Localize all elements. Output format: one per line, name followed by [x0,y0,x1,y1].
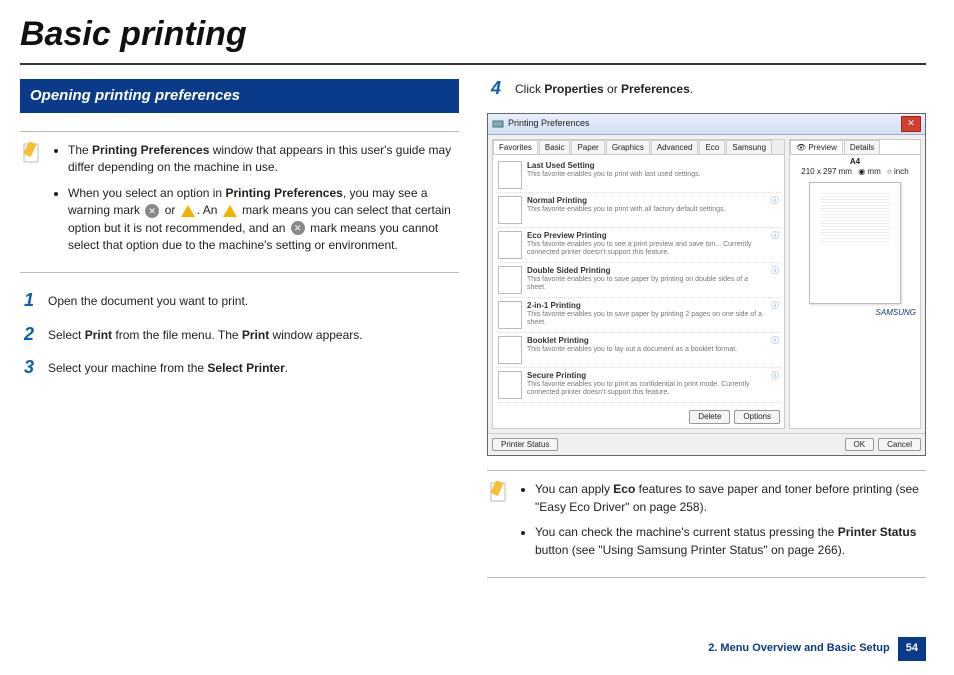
close-icon[interactable]: ✕ [901,116,921,132]
tab-favorites[interactable]: Favorites [493,140,538,155]
page-icon [498,336,522,364]
favorites-list: Last Used SettingThis favorite enables y… [493,155,784,406]
section-heading: Opening printing preferences [20,79,459,113]
preview-tab[interactable]: 👁 Preview [790,140,843,155]
tab-samsung[interactable]: Samsung [726,140,772,155]
x-mark-icon [145,204,159,218]
page-icon [498,231,522,259]
step-body: Open the document you want to print. [48,291,459,310]
note-b-item-1: You can apply Eco features to save paper… [535,481,926,516]
paper-size-label: A4 [792,157,918,167]
page-footer: 2. Menu Overview and Basic Setup 54 [708,637,926,661]
favorite-item[interactable]: Last Used SettingThis favorite enables y… [496,158,781,193]
info-icon: ⓘ [769,301,779,329]
note-box-a: The Printing Preferences window that app… [20,131,459,273]
favorite-item[interactable]: Double Sided PrintingThis favorite enabl… [496,263,781,298]
unit-mm-radio[interactable]: ◉ mm [858,167,881,176]
step-4: 4 Click Properties or Preferences. [487,79,926,98]
page-icon [498,371,522,399]
step-2: 2 Select Print from the file menu. The P… [20,325,459,344]
favorite-item[interactable]: Eco Preview PrintingThis favorite enable… [496,228,781,263]
page-number: 54 [898,637,926,661]
step-body: Click Properties or Preferences. [515,79,926,98]
note-a-item-1: The Printing Preferences window that app… [68,142,459,177]
step-number: 1 [20,291,34,309]
tab-advanced[interactable]: Advanced [651,140,699,155]
tab-basic[interactable]: Basic [539,140,571,155]
page-icon [498,196,522,224]
printing-preferences-screenshot: Printing Preferences ✕ Favorites Basic P… [487,113,926,457]
step-3: 3 Select your machine from the Select Pr… [20,358,459,377]
page-preview [809,182,901,304]
warning-icon [181,205,195,217]
warning-icon [223,205,237,217]
tab-strip: Favorites Basic Paper Graphics Advanced … [493,140,784,156]
favorite-item[interactable]: Normal PrintingThis favorite enables you… [496,193,781,228]
note-box-b: You can apply Eco features to save paper… [487,470,926,578]
favorite-item[interactable]: 2-in-1 PrintingThis favorite enables you… [496,298,781,333]
step-body: Select your machine from the Select Prin… [48,358,459,377]
step-number: 3 [20,358,34,376]
page-icon [498,301,522,329]
printer-icon [492,118,504,130]
info-icon: ⓘ [769,231,779,259]
x-mark-icon [291,221,305,235]
note-a-item-2: When you select an option in Printing Pr… [68,185,459,255]
step-1: 1 Open the document you want to print. [20,291,459,310]
eye-icon: 👁 [796,143,806,152]
page-title: Basic printing [20,10,926,59]
tab-paper[interactable]: Paper [571,140,604,155]
details-tab[interactable]: Details [844,140,880,155]
note-icon [487,481,511,567]
page-icon [498,266,522,294]
note-b-item-2: You can check the machine's current stat… [535,524,926,559]
delete-button[interactable]: Delete [689,410,730,424]
info-icon: ⓘ [769,196,779,224]
info-icon: ⓘ [769,336,779,364]
step-body: Select Print from the file menu. The Pri… [48,325,459,344]
page-icon [498,161,522,189]
tab-eco[interactable]: Eco [699,140,725,155]
chapter-label: 2. Menu Overview and Basic Setup [708,641,890,657]
tab-graphics[interactable]: Graphics [606,140,650,155]
title-rule [20,63,926,65]
options-button[interactable]: Options [734,410,780,424]
favorite-item[interactable]: Secure PrintingThis favorite enables you… [496,368,781,403]
step-number: 4 [487,79,501,97]
printer-status-button[interactable]: Printer Status [492,438,558,452]
step-number: 2 [20,325,34,343]
samsung-logo: SAMSUNG [876,308,916,318]
favorite-item[interactable]: Booklet PrintingThis favorite enables yo… [496,333,781,368]
cancel-button[interactable]: Cancel [878,438,921,452]
window-titlebar: Printing Preferences ✕ [488,114,925,135]
ok-button[interactable]: OK [845,438,875,452]
unit-inch-radio[interactable]: ○ inch [887,167,909,176]
info-icon: ⓘ [769,266,779,294]
note-icon [20,142,44,262]
info-icon: ⓘ [769,371,779,399]
